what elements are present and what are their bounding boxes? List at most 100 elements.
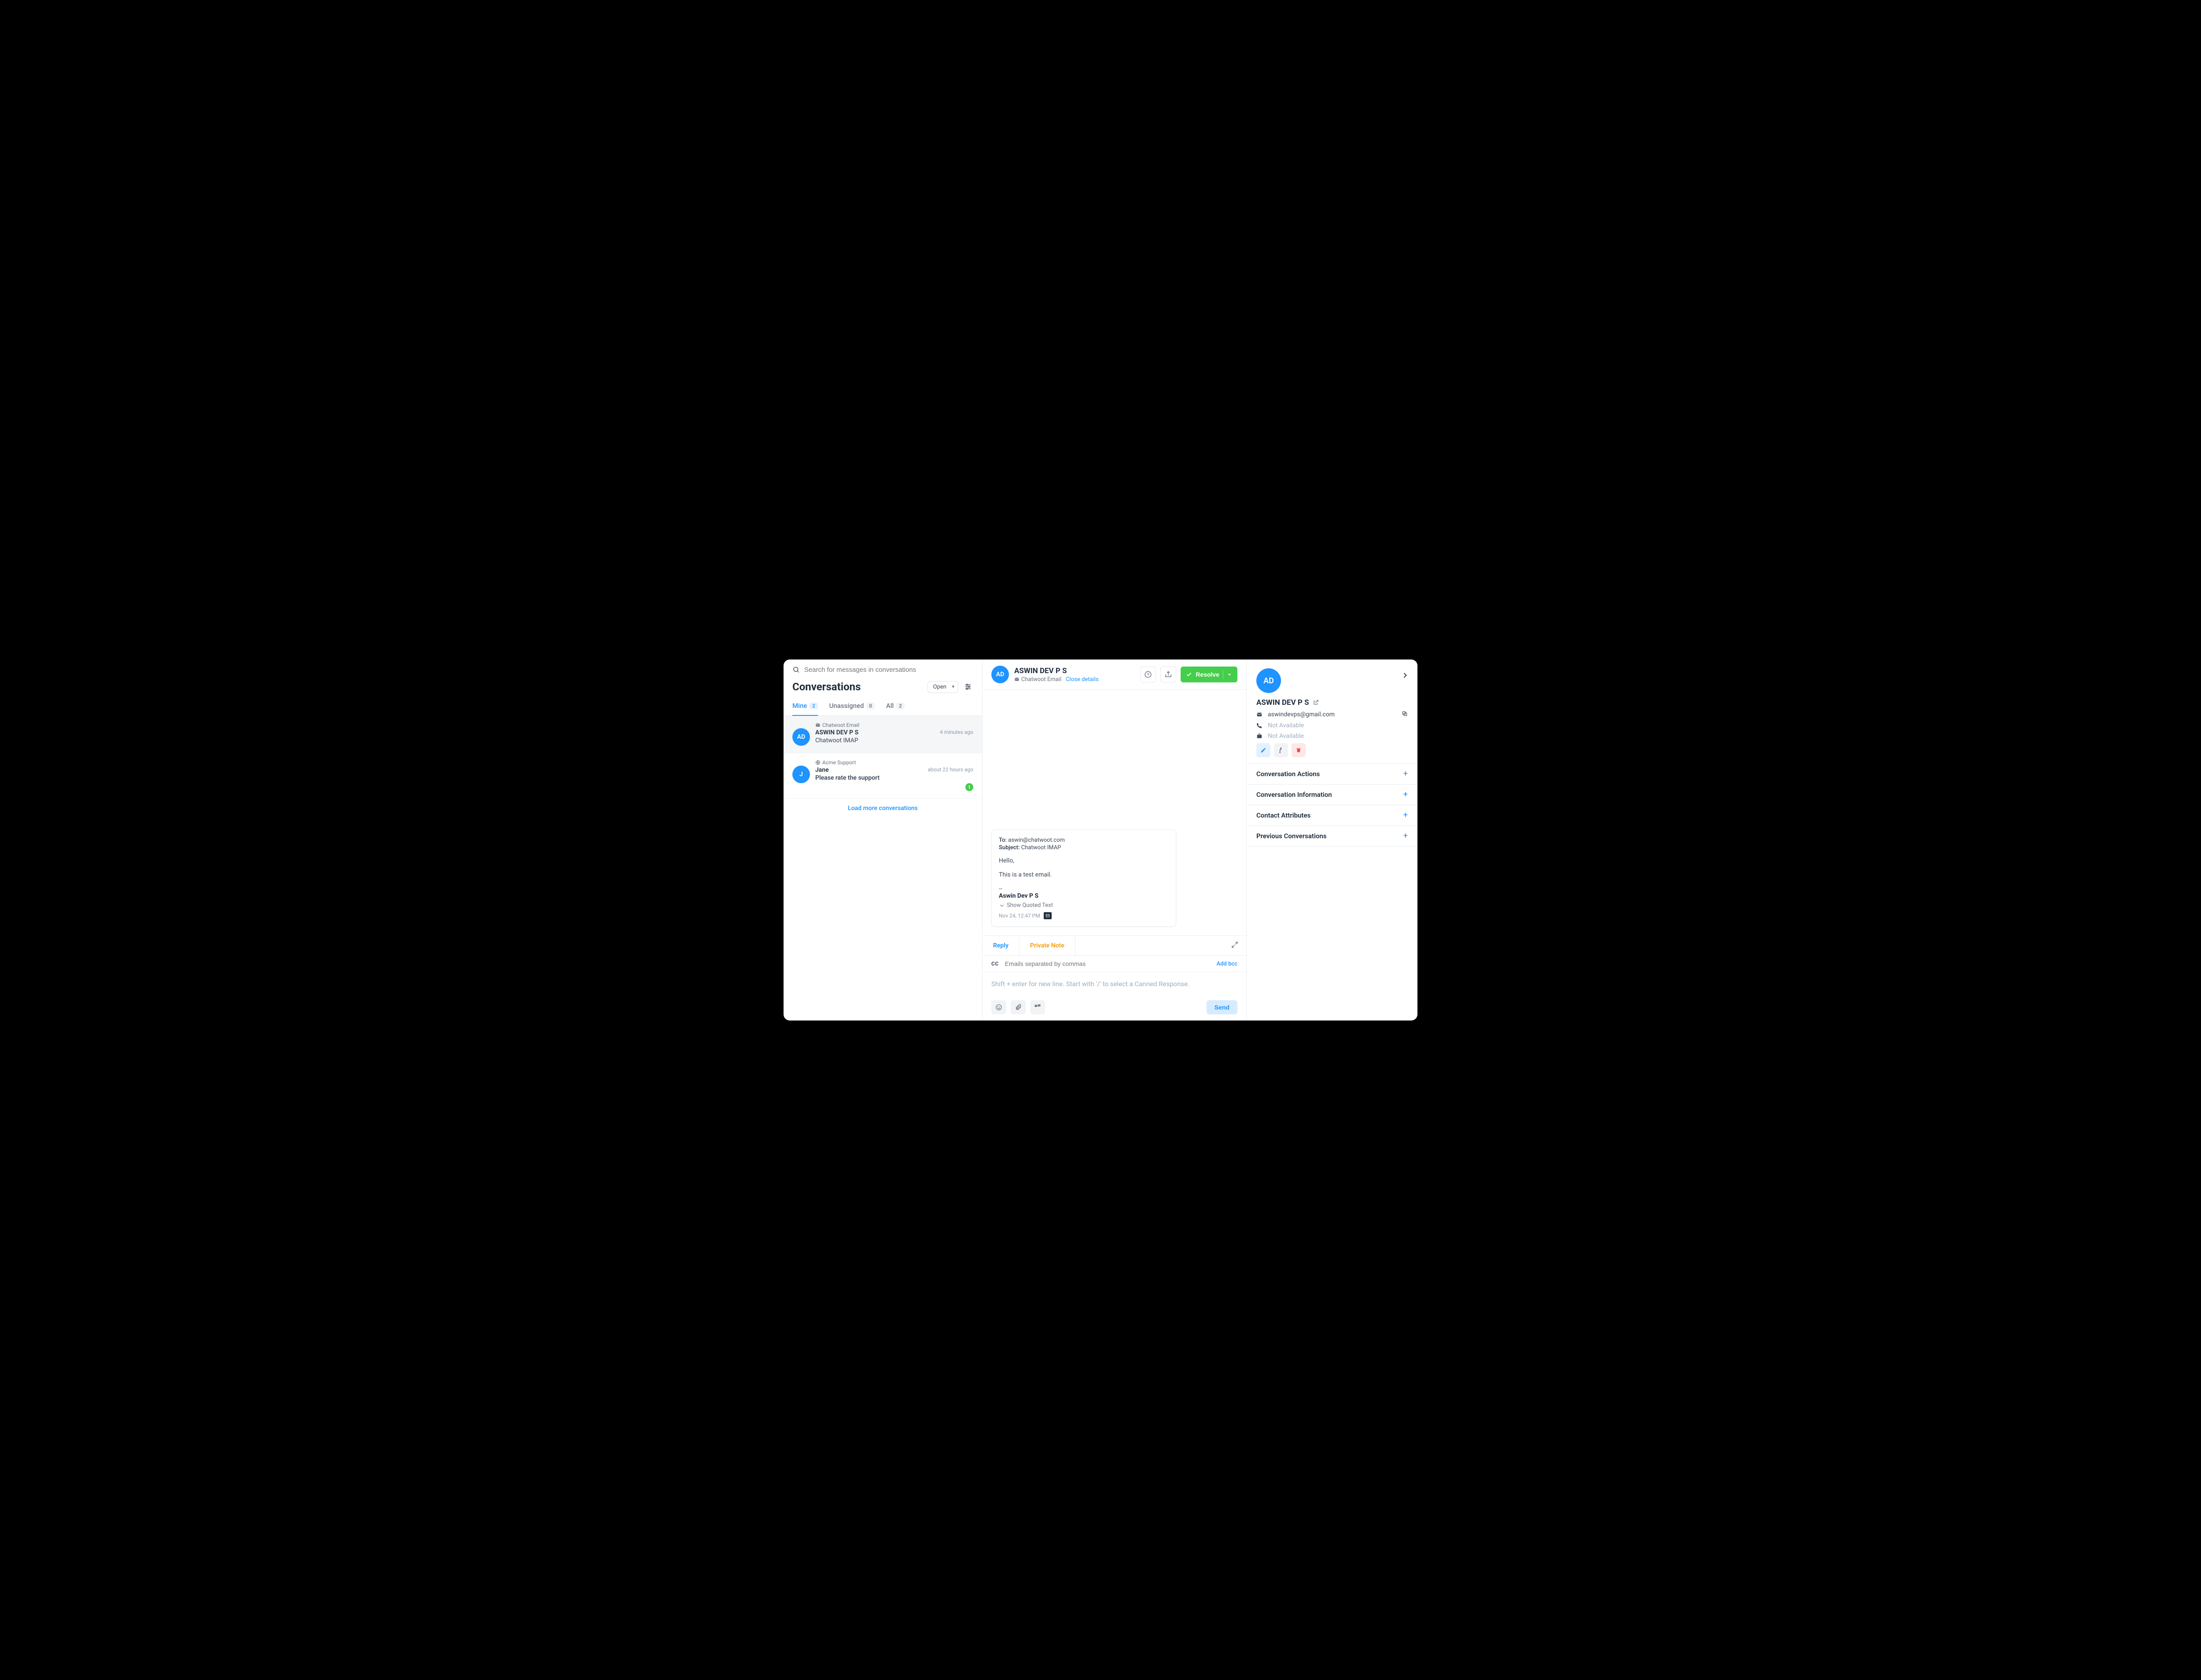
close-details-link[interactable]: Close details	[1066, 676, 1098, 683]
conversation-preview: Please rate the support	[815, 774, 973, 781]
plus-icon: +	[1403, 791, 1408, 799]
globe-icon	[815, 760, 821, 765]
copy-email-button[interactable]	[1402, 711, 1408, 718]
app-window: Conversations Open Mine 2 Unassigned 0 A…	[784, 659, 1417, 1021]
plus-icon: +	[1403, 832, 1408, 840]
expand-icon	[1231, 941, 1238, 948]
search-icon	[792, 666, 800, 674]
chat-contact-name: ASWIN DEV P S	[1014, 667, 1099, 675]
chevron-down-icon	[1227, 672, 1232, 677]
message-timestamp: Nov 24, 12:47 PM	[999, 913, 1040, 919]
external-link-icon[interactable]	[1313, 700, 1319, 706]
contact-name: ASWIN DEV P S	[1256, 698, 1309, 707]
contact-panel: AD ASWIN DEV P S aswindevps@gmail.com No…	[1247, 659, 1417, 1021]
share-icon	[1164, 671, 1172, 678]
delete-contact-button[interactable]	[1292, 743, 1306, 757]
conversation-sender: ASWIN DEV P S	[815, 729, 858, 736]
tab-mine-count: 2	[810, 703, 817, 709]
send-button[interactable]: Send	[1207, 1000, 1237, 1014]
check-icon	[1186, 671, 1192, 678]
resolve-label: Resolve	[1196, 671, 1219, 678]
contact-phone: Not Available	[1268, 722, 1304, 729]
chat-messages: To: aswin@chatwoot.com Subject: Chatwoot…	[983, 690, 1246, 936]
email-message: To: aswin@chatwoot.com Subject: Chatwoot…	[991, 829, 1176, 927]
mail-icon	[1256, 711, 1262, 718]
copy-icon	[1402, 711, 1408, 717]
filter-button[interactable]	[963, 682, 973, 692]
conversation-item[interactable]: AD Chatwoot Email ASWIN DEV P S 4 minute…	[784, 716, 982, 753]
contact-accordion: Conversation Actions+ Conversation Infor…	[1247, 763, 1417, 847]
share-button[interactable]	[1160, 667, 1176, 682]
paperclip-icon	[1015, 1004, 1022, 1011]
conversations-panel: Conversations Open Mine 2 Unassigned 0 A…	[784, 659, 983, 1021]
refresh-icon	[1144, 671, 1152, 678]
quote-icon: ❝❞	[1034, 1004, 1041, 1011]
page-title: Conversations	[792, 681, 861, 693]
edit-contact-button[interactable]	[1256, 743, 1270, 757]
contact-email: aswindevps@gmail.com	[1268, 711, 1335, 718]
plus-icon: +	[1403, 811, 1408, 819]
search-input[interactable]	[804, 666, 973, 674]
chevron-right-icon	[1401, 671, 1410, 680]
add-bcc-link[interactable]: Add bcc	[1217, 961, 1237, 967]
conversation-item[interactable]: J Acme Support Jane about 22 hours ago P…	[784, 753, 982, 799]
plus-icon: +	[1403, 770, 1408, 778]
chevron-down-icon	[999, 903, 1005, 909]
search-bar[interactable]	[784, 659, 982, 678]
tab-mine-label: Mine	[792, 702, 807, 710]
avatar: AD	[991, 666, 1009, 683]
tab-all[interactable]: All 2	[886, 697, 905, 716]
conversation-channel: Chatwoot Email	[815, 722, 973, 728]
accordion-previous-conversations[interactable]: Previous Conversations+	[1247, 826, 1417, 847]
pencil-icon	[1260, 747, 1266, 753]
merge-contact-button[interactable]	[1274, 743, 1288, 757]
attachment-button[interactable]	[1011, 1000, 1026, 1014]
avatar: AD	[1256, 668, 1281, 693]
conversation-time: 4 minutes ago	[940, 729, 973, 735]
tab-reply[interactable]: Reply	[983, 936, 1020, 955]
conversation-channel: Acme Support	[815, 759, 973, 766]
tab-mine[interactable]: Mine 2	[792, 697, 818, 716]
tab-unassigned[interactable]: Unassigned 0	[829, 697, 875, 716]
conversation-preview: Chatwoot IMAP	[815, 737, 973, 744]
conversation-time: about 22 hours ago	[928, 766, 973, 773]
sliders-icon	[964, 683, 972, 691]
show-quoted-toggle[interactable]: Show Quoted Text	[999, 902, 1169, 909]
chat-channel: Chatwoot Email	[1014, 676, 1061, 683]
conversation-sender: Jane	[815, 766, 829, 774]
conversation-tabs: Mine 2 Unassigned 0 All 2	[784, 697, 982, 716]
accordion-contact-attributes[interactable]: Contact Attributes+	[1247, 805, 1417, 826]
mail-icon	[1014, 677, 1020, 682]
chat-header: AD ASWIN DEV P S Chatwoot Email Close de…	[983, 659, 1246, 690]
chat-panel: AD ASWIN DEV P S Chatwoot Email Close de…	[983, 659, 1247, 1021]
reply-box: Reply Private Note CC Add bcc Shift + en…	[983, 936, 1246, 1021]
unread-badge: 1	[965, 783, 973, 791]
tab-private-note[interactable]: Private Note	[1020, 936, 1075, 955]
contact-company: Not Available	[1268, 733, 1304, 740]
merge-icon	[1278, 747, 1284, 753]
trash-icon	[1296, 747, 1302, 753]
phone-icon	[1256, 722, 1262, 729]
emoji-button[interactable]	[991, 1000, 1006, 1014]
refresh-button[interactable]	[1140, 667, 1156, 682]
collapse-panel-button[interactable]	[1401, 671, 1410, 682]
tab-all-count: 2	[896, 703, 904, 709]
signature-button[interactable]: ❝❞	[1030, 1000, 1045, 1014]
tab-unassigned-count: 0	[866, 703, 874, 709]
tab-unassigned-label: Unassigned	[829, 702, 864, 710]
resolve-button[interactable]: Resolve	[1181, 667, 1237, 682]
cc-input[interactable]	[1005, 960, 1211, 967]
emoji-icon	[995, 1004, 1002, 1011]
expand-editor-button[interactable]	[1223, 941, 1246, 950]
accordion-conversation-actions[interactable]: Conversation Actions+	[1247, 764, 1417, 785]
accordion-conversation-information[interactable]: Conversation Information+	[1247, 785, 1417, 805]
avatar: J	[792, 766, 810, 783]
briefcase-icon	[1256, 733, 1262, 739]
load-more-button[interactable]: Load more conversations	[784, 799, 982, 818]
conversation-list: AD Chatwoot Email ASWIN DEV P S 4 minute…	[784, 716, 982, 1021]
tab-all-label: All	[886, 702, 894, 710]
cc-label: CC	[991, 961, 999, 967]
mail-icon	[1044, 912, 1052, 919]
status-filter-select[interactable]: Open	[928, 681, 958, 693]
message-input[interactable]: Shift + enter for new line. Start with '…	[983, 972, 1246, 998]
